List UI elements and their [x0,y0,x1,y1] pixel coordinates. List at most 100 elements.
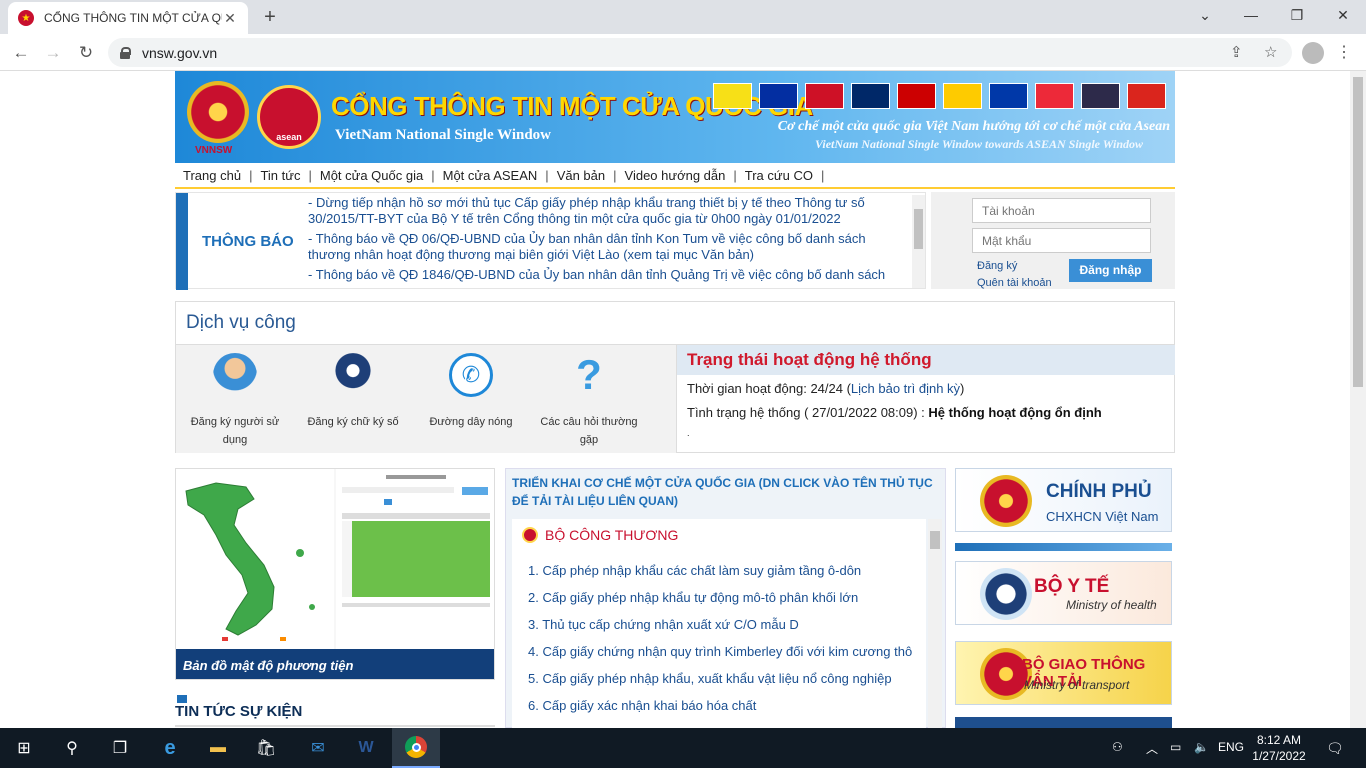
vehicle-density-map[interactable]: Bản đồ mật độ phương tiện [175,468,495,680]
close-tab-icon[interactable]: ✕ [222,10,238,27]
system-clock[interactable]: 8:12 AM 1/27/2022 [1248,732,1310,764]
mail-icon[interactable]: ✉ [294,728,342,768]
nav-item[interactable]: Tra cứu CO [745,168,813,183]
file-explorer-icon[interactable]: ▬ [194,728,242,768]
bookmark-star-icon[interactable]: ☆ [1264,43,1277,61]
ministry-emblem-icon [522,527,538,543]
notice-item[interactable]: - Thông báo về QĐ 06/QĐ-UBND của Ủy ban … [308,231,908,263]
back-button[interactable]: ← [8,40,34,66]
service-digital-signature[interactable]: Đăng ký chữ ký số [298,353,408,431]
agency-divider [955,543,1172,551]
vietnam-map-icon [185,482,315,641]
forgot-account-link[interactable]: Quên tài khoản [977,277,1052,289]
nav-item[interactable]: Tin tức [260,168,300,183]
task-view-icon[interactable]: ❐ [96,728,144,768]
reload-button[interactable]: ↻ [73,40,99,66]
chevron-up-icon[interactable]: ︿ [1146,740,1158,757]
asean-flag [851,83,890,109]
people-icon[interactable]: ⚇ [1112,740,1123,754]
nav-item[interactable]: Văn bản [557,168,605,183]
procedure-item[interactable]: 1. Cấp phép nhập khẩu các chất làm suy g… [528,563,926,590]
map-image[interactable] [176,469,334,649]
notice-list: - Dừng tiếp nhận hồ sơ mới thủ tục Cấp g… [308,195,908,287]
register-link[interactable]: Đăng ký [977,260,1017,272]
windows-start-icon[interactable]: ⊞ [0,728,48,768]
word-icon[interactable]: W [342,728,390,768]
asean-flag [713,83,752,109]
restore-button[interactable]: ❐ [1274,0,1320,30]
agency-government[interactable]: CHÍNH PHỦ CHXHCN Việt Nam [955,468,1172,532]
asean-flag [1127,83,1166,109]
profile-avatar[interactable] [1302,42,1324,64]
map-caption[interactable]: Bản đồ mật độ phương tiện [176,649,494,679]
new-tab-button[interactable]: + [258,5,282,29]
nav-item[interactable]: Một cửa Quốc gia [320,168,423,183]
phone-icon: ✆ [449,353,493,397]
asean-flag [1081,83,1120,109]
nav-separator: | [249,167,253,183]
uptime-label: Thời gian hoạt động: 24/24 ( [687,381,851,396]
login-button[interactable]: Đăng nhập [1069,259,1152,282]
search-icon[interactable]: ⚲ [48,728,96,768]
procedure-item[interactable]: 2. Cấp giấy phép nhập khẩu tự động mô-tô… [528,590,926,617]
service-hotline[interactable]: ✆ Đường dây nóng [416,353,526,431]
procedure-item[interactable]: 4. Cấp giấy chứng nhận quy trình Kimberl… [528,644,926,671]
agency-name: CHÍNH PHỦ [1046,481,1152,502]
service-register-user[interactable]: Đăng ký người sử dụng [180,353,290,449]
browser-menu-icon[interactable]: ⋮ [1334,40,1354,66]
chevron-down-icon[interactable]: ⌄ [1182,0,1228,30]
nav-item[interactable]: Trang chủ [183,168,241,183]
site-banner[interactable]: VNNSW asean CỔNG THÔNG TIN MỘT CỬA QUỐC … [175,71,1175,163]
agency-next-partial [955,717,1172,728]
maintenance-link[interactable]: Lịch bảo trì định kỳ [851,381,960,396]
asean-flag [897,83,936,109]
notification-icon[interactable]: 🗨 [1326,740,1344,757]
share-icon[interactable]: ⇪ [1230,43,1243,61]
procedures-scrollbar[interactable] [928,519,942,728]
slogan: Cơ chế một cửa quốc gia Việt Nam hướng t… [777,119,1170,134]
procedure-item[interactable]: 6. Cấp giấy xác nhận khai báo hóa chất [528,698,926,725]
asean-logo-icon: asean [257,85,321,149]
notice-item[interactable]: - Thông báo về QĐ 1846/QĐ-UBND của Ủy ba… [308,267,908,283]
volume-icon[interactable]: 🔈 [1194,740,1209,754]
network-icon[interactable]: ▭ [1170,740,1181,754]
procedure-item[interactable]: 5. Cấp giấy phép nhập khẩu, xuất khẩu vậ… [528,671,926,698]
service-faq[interactable]: ? Các câu hỏi thường gặp [534,353,644,449]
clock-time: 8:12 AM [1256,733,1302,747]
chrome-icon[interactable] [392,728,440,768]
chrome-logo-center [411,742,421,752]
scroll-thumb[interactable] [930,531,940,549]
procedures-header: TRIỂN KHAI CƠ CHẾ MỘT CỬA QUỐC GIA (DN C… [512,476,933,508]
public-services-panel: Dịch vụ công Đăng ký người sử dụng Đăng … [175,301,1175,453]
username-input[interactable] [972,198,1151,223]
scroll-thumb[interactable] [914,209,923,249]
edge-icon[interactable]: e [146,728,194,768]
page-scrollbar[interactable] [1350,71,1366,728]
nav-item[interactable]: Một cửa ASEAN [443,168,538,183]
service-label: Đăng ký người sử dụng [190,416,280,446]
agency-transport[interactable]: BỘ GIAO THÔNG VẬN TẢI Ministry of transp… [955,641,1172,705]
address-bar[interactable]: vnsw.gov.vn ⇪ ☆ [108,38,1292,67]
government-emblem-icon [980,475,1032,527]
vietnam-emblem-icon [187,81,249,143]
procedures-panel: TRIỂN KHAI CƠ CHẾ MỘT CỬA QUỐC GIA (DN C… [505,468,946,728]
store-icon[interactable]: 🛍 [242,728,290,768]
password-input[interactable] [972,228,1151,253]
agency-health[interactable]: BỘ Y TẾ Ministry of health [955,561,1172,625]
scroll-thumb[interactable] [1353,77,1363,387]
status-title: Trạng thái hoạt động hệ thống [677,345,1175,375]
minimize-button[interactable]: — [1228,0,1274,30]
browser-tab[interactable]: ★ CỔNG THÔNG TIN MỘT CỬA QU ✕ [8,2,248,34]
nav-item[interactable]: Video hướng dẫn [625,168,726,183]
notice-item[interactable]: - Dừng tiếp nhận hồ sơ mới thủ tục Cấp g… [308,195,908,227]
nav-separator: | [431,167,435,183]
notice-scrollbar[interactable] [912,195,925,288]
ministry-name: BỘ CÔNG THƯƠNG [545,527,679,543]
user-add-icon [213,353,257,397]
lock-icon[interactable] [120,46,131,59]
procedure-item[interactable]: 3. Thủ tục cấp chứng nhận xuất xứ C/O mẫ… [528,617,926,644]
map-table [336,469,494,649]
language-indicator[interactable]: ENG [1218,740,1244,754]
forward-button[interactable]: → [40,40,66,66]
close-window-button[interactable]: ✕ [1320,0,1366,30]
